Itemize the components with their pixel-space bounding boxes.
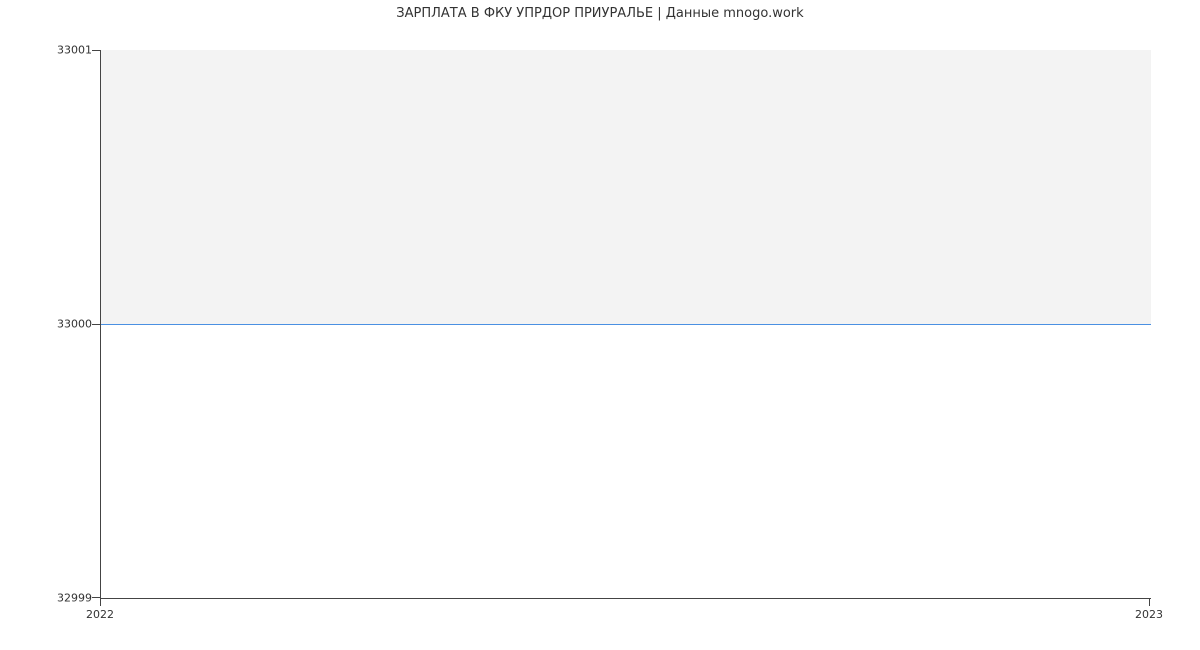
- y-tick-label: 32999: [57, 592, 92, 605]
- chart-title: ЗАРПЛАТА В ФКУ УПРДОР ПРИУРАЛЬЕ | Данные…: [0, 6, 1200, 21]
- x-tick: [100, 598, 101, 606]
- x-tick-label: 2022: [86, 608, 114, 621]
- y-tick-label: 33001: [57, 44, 92, 57]
- y-tick: [92, 324, 100, 325]
- x-tick-label: 2023: [1135, 608, 1163, 621]
- y-tick-label: 33000: [57, 318, 92, 331]
- y-tick: [92, 597, 100, 598]
- plot-area: [100, 50, 1151, 599]
- salary-chart: ЗАРПЛАТА В ФКУ УПРДОР ПРИУРАЛЬЕ | Данные…: [0, 0, 1200, 650]
- y-tick: [92, 50, 100, 51]
- data-line: [101, 324, 1151, 325]
- grid-band: [101, 50, 1151, 324]
- x-tick: [1149, 598, 1150, 606]
